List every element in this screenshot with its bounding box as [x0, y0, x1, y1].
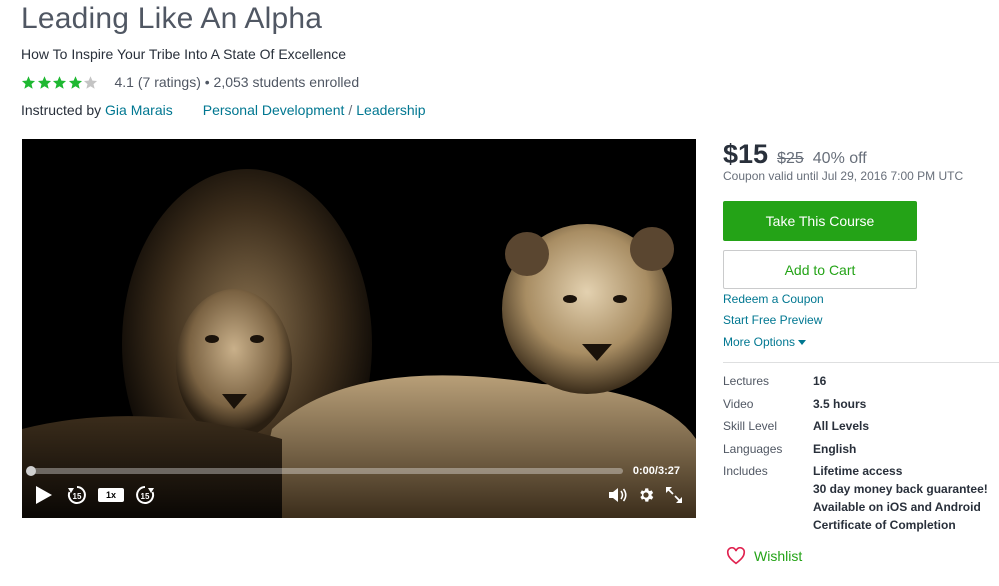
playback-speed-button[interactable]: 1x: [98, 488, 124, 502]
subcategory-link[interactable]: Leadership: [356, 102, 425, 118]
coupon-validity: Coupon valid until Jul 29, 2016 7:00 PM …: [723, 169, 964, 183]
price-row: $15 $25 40% off: [723, 139, 867, 170]
take-course-button[interactable]: Take This Course: [723, 201, 917, 241]
students-enrolled: • 2,053 students enrolled: [200, 74, 360, 90]
includes-item: Lifetime access: [813, 464, 903, 478]
star-rating: [21, 75, 99, 90]
video-thumbnail-image: [22, 139, 696, 518]
fact-row: Languages English: [723, 442, 988, 458]
fact-label: Includes: [723, 464, 768, 478]
fullscreen-button[interactable]: [664, 485, 684, 505]
more-options-link[interactable]: More Options: [723, 335, 807, 349]
add-to-cart-button[interactable]: Add to Cart: [723, 250, 917, 289]
free-preview-link[interactable]: Start Free Preview: [723, 313, 822, 327]
fact-row: Video 3.5 hours: [723, 397, 988, 413]
includes-item: Certificate of Completion: [813, 518, 956, 532]
volume-button[interactable]: [608, 486, 628, 504]
rewind-15-icon: 15: [67, 486, 86, 504]
fact-value: 3.5 hours: [813, 396, 867, 411]
fact-label: Lectures: [723, 374, 770, 388]
original-price: $25: [777, 150, 804, 167]
includes-item: 30 day money back guarantee!: [813, 482, 988, 496]
star-icon: [21, 75, 36, 89]
fact-label: Languages: [723, 441, 783, 456]
star-icon: [68, 75, 82, 89]
fact-label: Video: [723, 396, 754, 411]
course-subtitle: How To Inspire Your Tribe Into A State O…: [21, 46, 347, 62]
caret-down-icon: [798, 340, 807, 346]
course-facts: Lectures 16 Video 3.5 hours Skill Level …: [723, 374, 988, 541]
wishlist-label: Wishlist: [754, 548, 803, 564]
includes-item: Available on iOS and Android: [813, 500, 981, 514]
play-icon: [36, 486, 52, 504]
star-icon: [37, 75, 51, 89]
fact-row: Lectures 16: [723, 374, 988, 390]
rewind-15-label: 15: [73, 492, 82, 501]
fact-value: English: [813, 441, 857, 456]
forward-15-icon: 15: [136, 486, 155, 504]
star-icon: [52, 75, 67, 89]
rating-row: 4.1 (7 ratings) • 2,053 students enrolle…: [21, 74, 359, 90]
video-controls: 15 1x 15: [22, 480, 696, 510]
discount-label: 40% off: [812, 150, 867, 167]
fact-value: All Levels: [813, 419, 870, 433]
more-options-label: More Options: [723, 335, 796, 349]
forward-15-button[interactable]: 15: [134, 484, 156, 506]
video-time: 0:00/3:27: [632, 465, 680, 477]
wishlist-button[interactable]: Wishlist: [726, 547, 802, 565]
gear-icon: [640, 488, 654, 502]
forward-15-label: 15: [141, 492, 150, 501]
progress-scrubber[interactable]: [26, 466, 36, 476]
heart-icon: [726, 547, 746, 565]
fact-value: 16: [813, 374, 827, 388]
instructor-link[interactable]: Gia Marais: [105, 102, 173, 118]
star-empty-icon: [83, 75, 98, 89]
volume-icon: [609, 488, 627, 502]
category-link[interactable]: Personal Development: [203, 102, 345, 118]
settings-button[interactable]: [636, 485, 656, 505]
includes-list: Lifetime access 30 day money back guaran…: [813, 464, 988, 534]
video-player[interactable]: 0:00/3:27 15 1x 15: [22, 139, 696, 518]
fact-row: Skill Level All Levels: [723, 419, 988, 435]
video-progress-bar[interactable]: [26, 466, 623, 476]
instructed-by-label: Instructed by: [21, 102, 106, 118]
play-button[interactable]: [34, 484, 54, 506]
divider: [723, 362, 999, 363]
rewind-15-button[interactable]: 15: [66, 484, 88, 506]
instructor-row: Instructed by Gia Marais Personal Develo…: [21, 102, 426, 118]
category-separator: /: [348, 102, 353, 118]
redeem-coupon-link[interactable]: Redeem a Coupon: [723, 292, 824, 306]
rating-text: 4.1 (7 ratings): [114, 74, 201, 90]
fact-row-includes: Includes Lifetime access 30 day money ba…: [723, 464, 988, 534]
fullscreen-icon: [666, 487, 682, 503]
course-title: Leading Like An Alpha: [21, 2, 323, 35]
current-price: $15: [723, 139, 769, 169]
breadcrumb: Personal Development / Leadership: [203, 102, 426, 118]
fact-label: Skill Level: [723, 419, 778, 433]
